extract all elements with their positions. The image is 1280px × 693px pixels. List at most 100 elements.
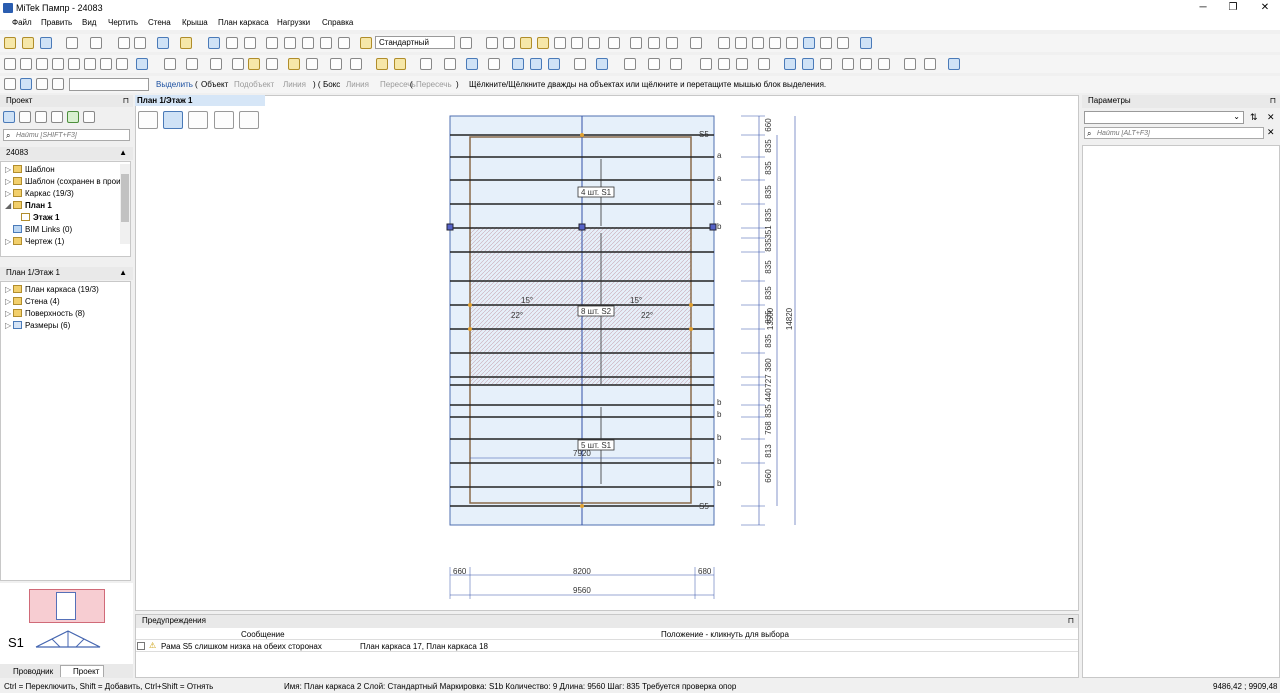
joist-icon[interactable] xyxy=(330,58,342,70)
arrow-up-icon[interactable] xyxy=(624,58,636,70)
project-search-box[interactable]: ⌕ xyxy=(3,129,130,141)
mode-export-icon[interactable] xyxy=(239,111,259,129)
tab-project[interactable]: Проект xyxy=(60,665,104,677)
beam-icon[interactable] xyxy=(288,58,300,70)
move-icon[interactable] xyxy=(320,37,332,49)
snap-active-icon[interactable] xyxy=(803,37,815,49)
monitor-icon[interactable] xyxy=(860,37,872,49)
tree-item-wall[interactable]: ▷ Стена (4) xyxy=(5,297,60,306)
menu-wall[interactable]: Стена xyxy=(148,18,171,27)
door-icon[interactable] xyxy=(68,58,80,70)
frame-level-icon[interactable] xyxy=(860,58,872,70)
rectangle-tool-icon[interactable] xyxy=(537,37,549,49)
select-mode-bar-icon[interactable] xyxy=(52,78,64,90)
frame-mirror-icon[interactable] xyxy=(758,58,770,70)
mode-line-icon[interactable] xyxy=(138,111,158,129)
warning-position[interactable]: План каркаса 17, План каркаса 18 xyxy=(360,642,488,651)
tree-scrollbar[interactable] xyxy=(120,164,130,244)
bracing-icon[interactable] xyxy=(350,58,362,70)
document-tab[interactable]: План 1/Этаж 1 xyxy=(135,95,265,106)
frame-edit-icon[interactable] xyxy=(186,58,198,70)
redo-icon[interactable] xyxy=(90,37,102,49)
menu-loads[interactable]: Нагрузки xyxy=(277,18,310,27)
mode-roof-icon[interactable] xyxy=(188,111,208,129)
girder-icon[interactable] xyxy=(306,58,318,70)
clear-search-icon[interactable]: ✕ xyxy=(1267,127,1275,138)
table-icon[interactable] xyxy=(837,37,849,49)
save-icon[interactable] xyxy=(40,37,52,49)
undo-icon[interactable] xyxy=(66,37,78,49)
parameters-search-box[interactable]: ⌕ xyxy=(1084,127,1264,139)
layer-icon[interactable] xyxy=(360,37,372,49)
tree-item-framing-plan[interactable]: ▷ План каркаса (19/3) xyxy=(5,285,99,294)
warning-checkbox[interactable] xyxy=(137,642,145,650)
hatch-icon[interactable] xyxy=(735,37,747,49)
properties-icon[interactable] xyxy=(180,37,192,49)
zoom-icon[interactable] xyxy=(244,37,256,49)
column-icon[interactable] xyxy=(36,58,48,70)
maximize-button[interactable]: ❐ xyxy=(1218,1,1248,15)
drawing-canvas[interactable]: 4 шт. S1 8 шт. S2 5 шт. S1 7920 S5 S5 15° 22° 15… xyxy=(135,95,1079,611)
tree-view-icon[interactable] xyxy=(3,111,15,123)
print-icon[interactable] xyxy=(157,37,169,49)
framing-plan-drawing[interactable]: 4 шт. S18 шт. S25 шт. S17920S5S515°22°15… xyxy=(136,96,1080,612)
ridge-icon[interactable] xyxy=(266,58,278,70)
menu-framing-plan[interactable]: План каркаса xyxy=(218,18,269,27)
frame-export-icon[interactable] xyxy=(904,58,916,70)
analysis-icon[interactable] xyxy=(512,58,524,70)
tree-item-floor1[interactable]: Этаж 1 xyxy=(21,213,59,222)
parameters-object-combo[interactable]: ⌄ xyxy=(1084,111,1244,124)
snap-off-icon[interactable] xyxy=(820,37,832,49)
select-add-icon[interactable] xyxy=(226,37,238,49)
menu-edit[interactable]: Править xyxy=(41,18,72,27)
pen-icon[interactable] xyxy=(752,37,764,49)
tree-item-dimensions[interactable]: ▷ Размеры (6) xyxy=(5,321,70,330)
tree-item-drawing[interactable]: ▷ Чертеж (1) xyxy=(5,237,64,246)
frame-group-icon[interactable] xyxy=(802,58,814,70)
new-icon[interactable] xyxy=(4,37,16,49)
distribute-icon[interactable] xyxy=(670,58,682,70)
wind-load-icon[interactable] xyxy=(488,58,500,70)
snap-icon[interactable] xyxy=(666,37,678,49)
select-subobject-option[interactable]: Подобъект xyxy=(234,80,274,89)
frame-copy-icon[interactable] xyxy=(718,58,730,70)
truss-icon[interactable] xyxy=(210,58,222,70)
select-object-option[interactable]: Объект xyxy=(201,80,228,89)
close-button[interactable]: ✕ xyxy=(1250,1,1280,15)
open-icon[interactable] xyxy=(22,37,34,49)
tree-item-template[interactable]: ▷ Шаблон xyxy=(5,165,55,174)
design-icon[interactable] xyxy=(530,58,542,70)
mode-3d-icon[interactable] xyxy=(214,111,234,129)
tree-sort-icon[interactable] xyxy=(35,111,47,123)
menu-draw[interactable]: Чертить xyxy=(108,18,138,27)
table-row[interactable]: ⚠ Рама S5 слишком низка на обеих сторона… xyxy=(136,641,1078,652)
roof-view-icon[interactable] xyxy=(248,58,260,70)
select-between-option[interactable]: Пересечь xyxy=(416,80,452,89)
window-icon[interactable] xyxy=(84,58,96,70)
tree-filter-icon[interactable] xyxy=(19,111,31,123)
dimension-tool-icon[interactable] xyxy=(588,37,600,49)
mode-plan-icon[interactable] xyxy=(163,111,183,129)
sort-icon[interactable]: ⇅ xyxy=(1250,112,1258,123)
pin-icon[interactable]: ⊓ xyxy=(123,95,129,107)
menu-roof[interactable]: Крыша xyxy=(182,18,208,27)
report-icon[interactable] xyxy=(548,58,560,70)
parameters-search-input[interactable] xyxy=(1097,128,1257,138)
layout-icon[interactable] xyxy=(376,58,388,70)
frame-list-icon[interactable] xyxy=(164,58,176,70)
roof-shape-icon[interactable] xyxy=(100,58,112,70)
select-pointer-icon[interactable] xyxy=(208,37,220,49)
warnings-col-position[interactable]: Положение - кликнуть для выбора xyxy=(661,630,789,639)
cut-icon[interactable] xyxy=(266,37,278,49)
no-snap-icon[interactable] xyxy=(786,37,798,49)
tree-layers-icon[interactable] xyxy=(51,111,63,123)
frame-print-icon[interactable] xyxy=(878,58,890,70)
bearing-icon[interactable] xyxy=(394,58,406,70)
frame-align-icon[interactable] xyxy=(842,58,854,70)
selection-filter-combo[interactable] xyxy=(69,78,149,91)
trim-icon[interactable] xyxy=(648,37,660,49)
load-icon[interactable] xyxy=(466,58,478,70)
tree-item-bim[interactable]: BIM Links (0) xyxy=(5,225,72,234)
tree-item-template-saved[interactable]: ▷ Шаблон (сохранен в проиэ xyxy=(5,177,125,186)
erase-icon[interactable] xyxy=(608,37,620,49)
